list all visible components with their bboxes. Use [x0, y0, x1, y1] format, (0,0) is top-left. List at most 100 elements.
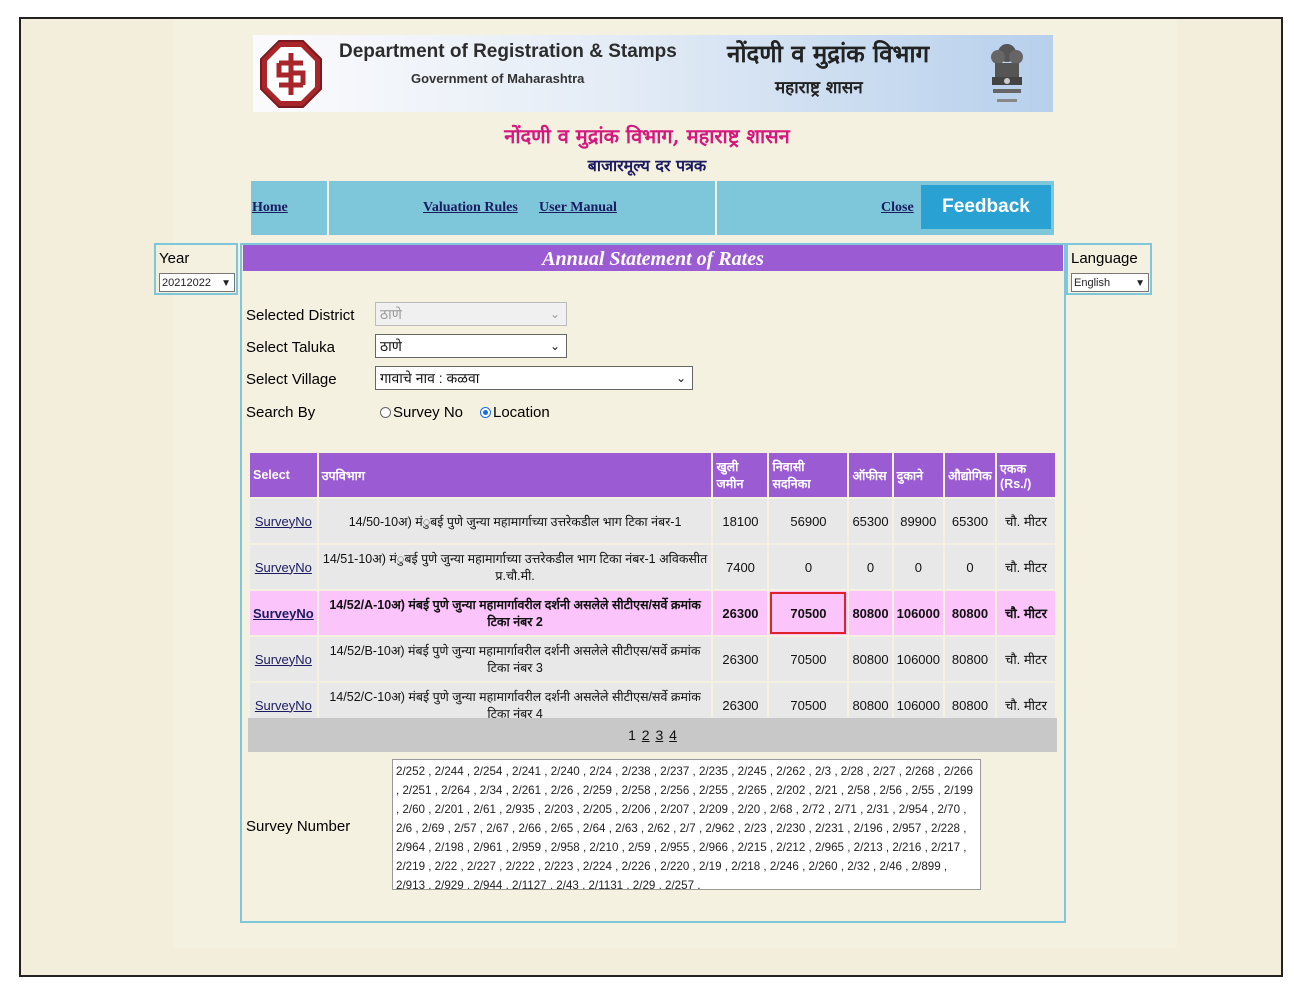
unit-cell: चौ. मीटर	[997, 591, 1055, 635]
industrial-cell: 80800	[945, 637, 995, 681]
residential-cell: 70500	[769, 637, 848, 681]
header-banner: Department of Registration & Stamps Gove…	[253, 35, 1053, 112]
office-cell: 65300	[849, 499, 892, 543]
open-land-cell: 26300	[713, 637, 768, 681]
language-panel: Language English ▼	[1066, 243, 1152, 295]
radio-survey-no-label: Survey No	[393, 404, 464, 421]
taluka-label: Select Taluka	[246, 339, 335, 356]
page-2-link[interactable]: 2	[642, 727, 650, 743]
government-name-marathi: महाराष्ट्र शासन	[775, 78, 863, 98]
industrial-cell: 0	[945, 545, 995, 589]
surveyno-link[interactable]: SurveyNo	[250, 545, 317, 589]
page-title-marathi: नोंदणी व मुद्रांक विभाग, महाराष्ट्र शासन	[504, 124, 790, 148]
office-cell: 80800	[849, 591, 892, 635]
radio-location[interactable]: Location	[480, 404, 550, 421]
department-name-marathi: नोंदणी व मुद्रांक विभाग	[727, 39, 930, 68]
taluka-select[interactable]: ठाणे ⌄	[375, 334, 567, 358]
page-subtitle-marathi: बाजारमूल्य दर पत्रक	[587, 156, 707, 175]
table-row: SurveyNo 14/50-10अ) मंुबई पुणे जुन्या मह…	[250, 499, 1055, 543]
nav-home-link[interactable]: Home	[252, 200, 288, 216]
residential-cell: 0	[769, 545, 848, 589]
nav-user-manual-link[interactable]: User Manual	[539, 200, 617, 216]
header-open-land: खुली जमीन	[713, 453, 768, 497]
district-select: ठाणे ⌄	[375, 302, 567, 326]
nav-divider	[715, 181, 717, 235]
page-1-current: 1	[628, 727, 636, 743]
survey-number-label: Survey Number	[246, 818, 351, 835]
shops-cell: 106000	[893, 591, 943, 635]
unit-cell: चौ. मीटर	[997, 499, 1055, 543]
language-select-value: English	[1074, 277, 1111, 289]
header-unit: एकक (Rs./)	[997, 453, 1055, 497]
open-land-cell: 26300	[713, 591, 768, 635]
residential-cell-highlighted: 70500	[769, 591, 848, 635]
chevron-down-icon: ⌄	[549, 339, 560, 353]
page-4-link[interactable]: 4	[669, 727, 677, 743]
residential-cell: 56900	[769, 499, 848, 543]
industrial-cell: 80800	[945, 591, 995, 635]
language-label: Language	[1071, 250, 1138, 267]
chevron-down-icon: ⌄	[675, 371, 686, 385]
department-name-english: Department of Registration & Stamps	[339, 41, 677, 62]
nav-valuation-rules-link[interactable]: Valuation Rules	[423, 200, 518, 216]
office-cell: 0	[849, 545, 892, 589]
shops-cell: 0	[893, 545, 943, 589]
year-label: Year	[159, 250, 190, 267]
chevron-down-icon: ⌄	[549, 307, 560, 321]
radio-button-selected[interactable]	[480, 407, 491, 418]
nav-bar: Home Valuation Rules User Manual Close F…	[251, 181, 1054, 235]
header-office: ऑफीस	[849, 453, 892, 497]
state-emblem-icon	[991, 44, 1023, 102]
shops-cell: 89900	[893, 499, 943, 543]
office-cell: 80800	[849, 637, 892, 681]
nav-close-link[interactable]: Close	[881, 200, 914, 216]
table-row: SurveyNo 14/52/B-10अ) मंबई पुणे जुन्या म…	[250, 637, 1055, 681]
pagination: 1 2 3 4	[248, 718, 1057, 752]
government-name-english: Government of Maharashtra	[411, 71, 585, 86]
header-residential: निवासी सदनिका	[769, 453, 848, 497]
header-select: Select	[250, 453, 317, 497]
surveyno-link[interactable]: SurveyNo	[250, 637, 317, 681]
year-panel: Year 20212022 ▼	[154, 243, 238, 295]
surveyno-link[interactable]: SurveyNo	[250, 591, 317, 635]
chevron-down-icon: ▼	[1135, 278, 1145, 289]
search-by-label: Search By	[246, 404, 316, 421]
district-select-value: ठाणे	[380, 306, 402, 322]
year-select[interactable]: 20212022 ▼	[159, 273, 235, 292]
chevron-down-icon: ▼	[221, 278, 231, 289]
industrial-cell: 65300	[945, 499, 995, 543]
panel-title: Annual Statement of Rates	[243, 245, 1063, 271]
subdivision-cell: 14/52/A-10अ) मंबई पुणे जुन्या महामार्गाव…	[318, 591, 712, 635]
radio-survey-no[interactable]: Survey No	[380, 404, 463, 421]
department-logo-icon	[260, 40, 322, 108]
subdivision-cell: 14/52/B-10अ) मंबई पुणे जुन्या महामार्गाव…	[318, 637, 712, 681]
surveyno-link[interactable]: SurveyNo	[250, 499, 317, 543]
village-select[interactable]: गावाचे नाव : कळवा ⌄	[375, 366, 693, 390]
subdivision-cell: 14/50-10अ) मंुबई पुणे जुन्या महामार्गाच्…	[318, 499, 712, 543]
table-row-selected: SurveyNo 14/52/A-10अ) मंबई पुणे जुन्या म…	[250, 591, 1055, 635]
header-shops: दुकाने	[893, 453, 943, 497]
radio-location-label: Location	[493, 404, 550, 421]
unit-cell: चौ. मीटर	[997, 545, 1055, 589]
shops-cell: 106000	[893, 637, 943, 681]
rates-table: Select उपविभाग खुली जमीन निवासी सदनिका ऑ…	[248, 451, 1057, 729]
open-land-cell: 7400	[713, 545, 768, 589]
open-land-cell: 18100	[713, 499, 768, 543]
year-select-value: 20212022	[162, 277, 211, 289]
table-row: SurveyNo 14/51-10अ) मंुबई पुणे जुन्या मह…	[250, 545, 1055, 589]
taluka-select-value: ठाणे	[380, 338, 402, 354]
subdivision-cell: 14/51-10अ) मंुबई पुणे जुन्या महामार्गाच्…	[318, 545, 712, 589]
district-label: Selected District	[246, 307, 355, 324]
header-industrial: औद्योगिक	[945, 453, 995, 497]
feedback-button[interactable]: Feedback	[921, 185, 1051, 229]
survey-number-textarea[interactable]: 2/252 , 2/244 , 2/254 , 2/241 , 2/240 , …	[392, 759, 981, 890]
language-select[interactable]: English ▼	[1071, 273, 1149, 292]
village-select-value: गावाचे नाव : कळवा	[380, 370, 480, 386]
nav-divider	[327, 181, 329, 235]
village-label: Select Village	[246, 371, 337, 388]
header-subdivision: उपविभाग	[318, 453, 712, 497]
radio-button[interactable]	[380, 407, 391, 418]
unit-cell: चौ. मीटर	[997, 637, 1055, 681]
table-header-row: Select उपविभाग खुली जमीन निवासी सदनिका ऑ…	[250, 453, 1055, 497]
page-3-link[interactable]: 3	[655, 727, 663, 743]
